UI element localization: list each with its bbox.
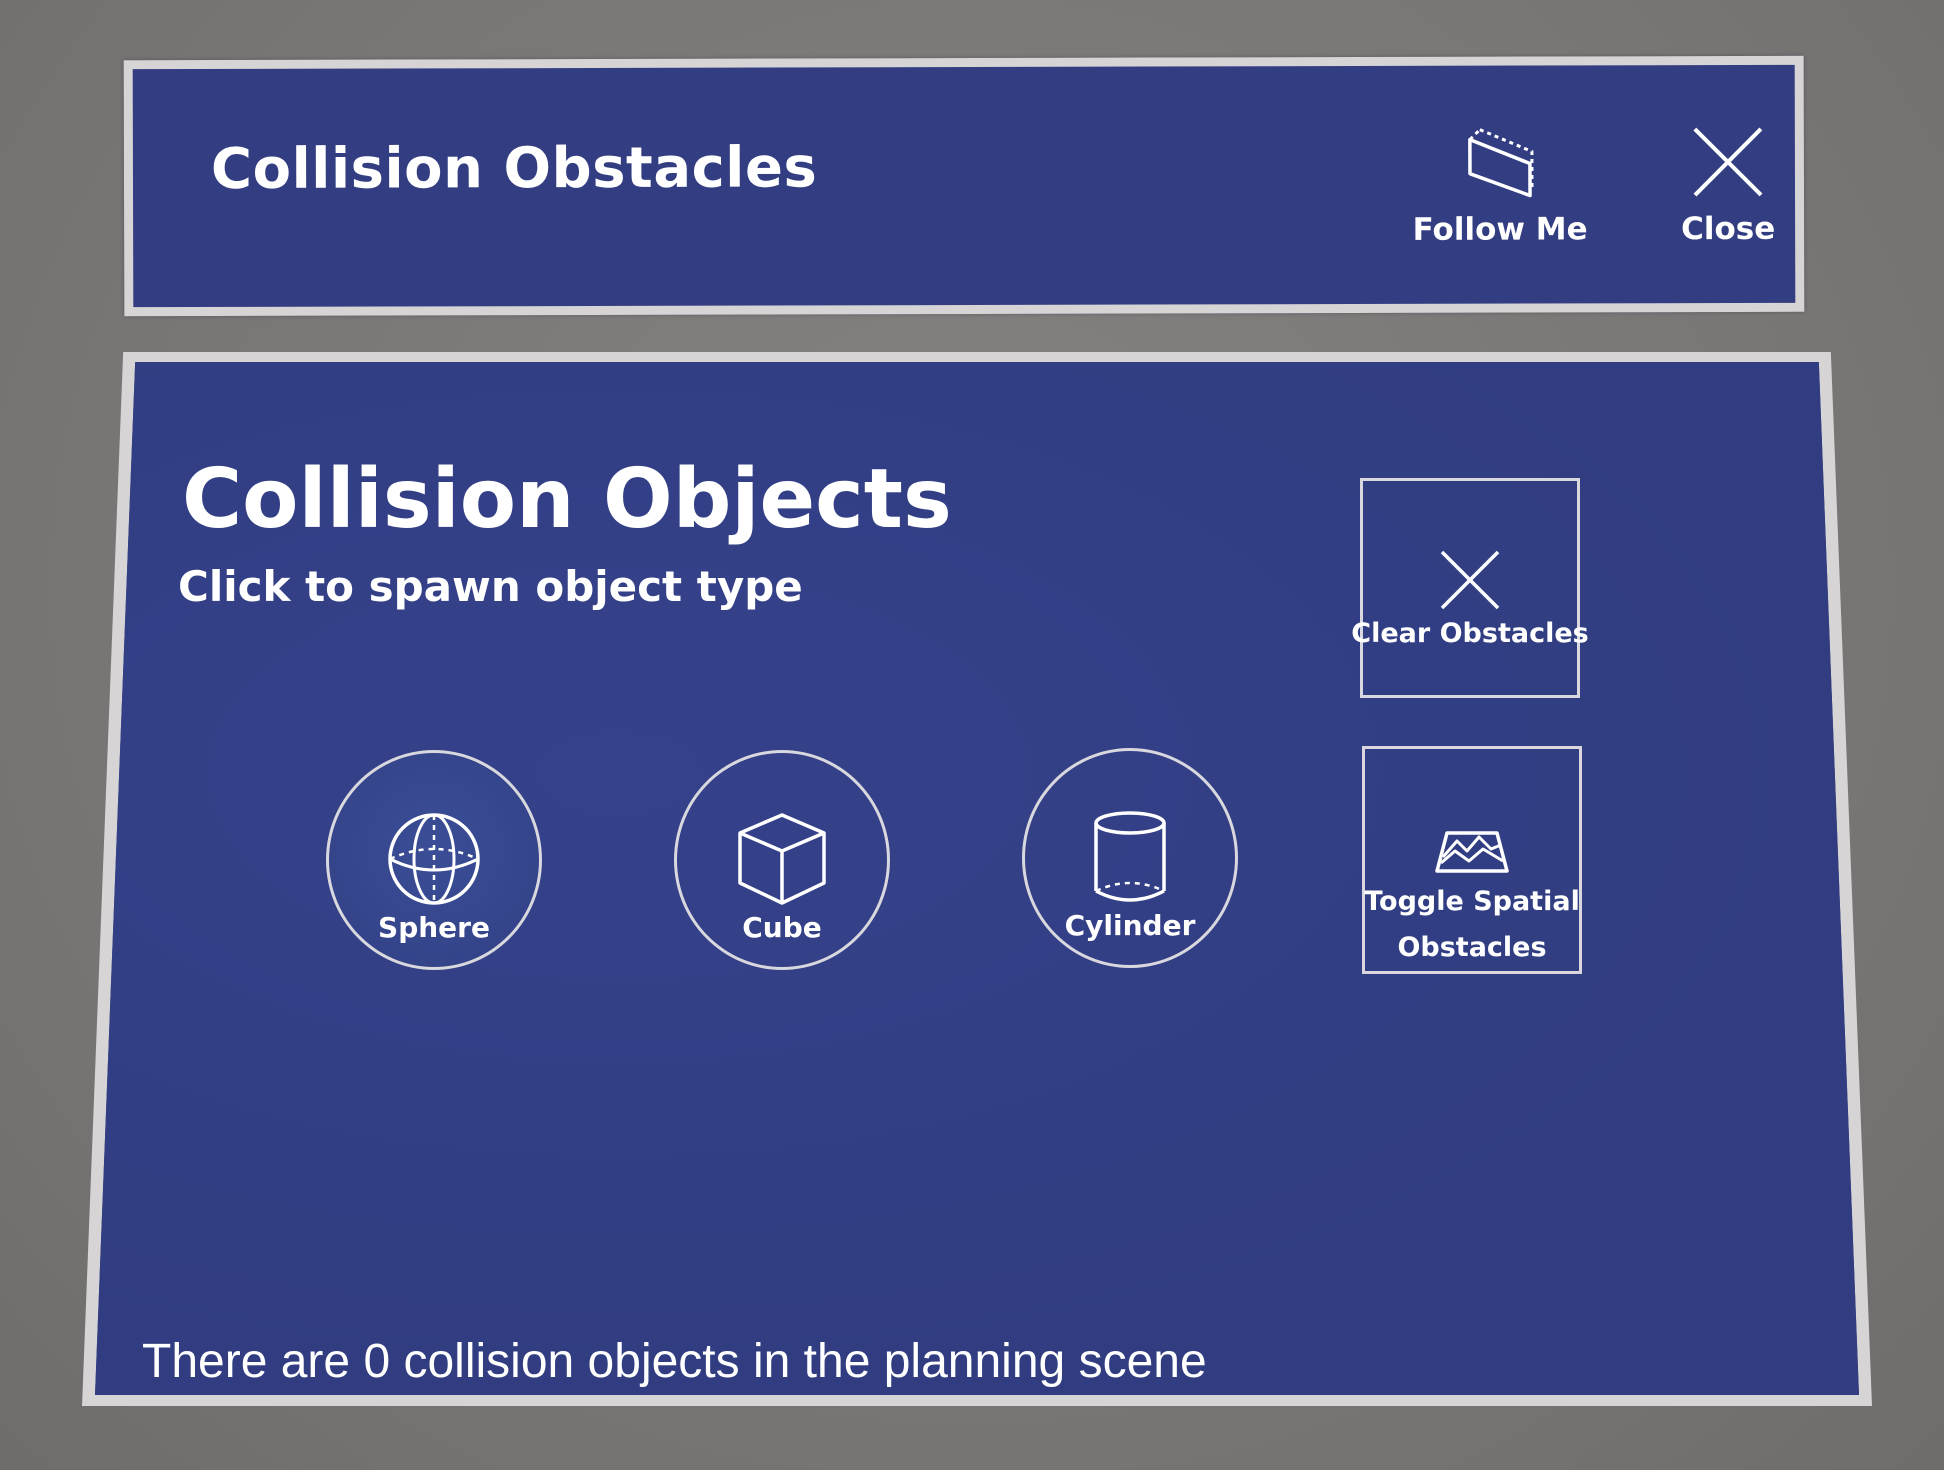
close-icon [1690, 125, 1766, 199]
toggle-spatial-label-line2: Obstacles [1397, 932, 1547, 963]
terrain-icon [1433, 829, 1511, 875]
follow-me-button[interactable]: Follow Me [1405, 125, 1595, 265]
follow-me-label: Follow Me [1412, 211, 1588, 248]
sphere-icon [386, 811, 482, 907]
cylinder-label: Cylinder [1064, 909, 1196, 942]
header-title: Collision Obstacles [210, 135, 818, 202]
close-label: Close [1680, 210, 1776, 248]
spawn-cylinder-button[interactable]: Cylinder [1022, 748, 1238, 968]
clear-obstacles-button[interactable]: Clear Obstacles [1351, 478, 1589, 698]
cube-icon [734, 811, 830, 907]
toggle-spatial-obstacles-button[interactable]: Toggle Spatial Obstacles [1362, 746, 1582, 974]
close-button[interactable]: Close [1633, 125, 1823, 265]
clear-icon [1438, 549, 1502, 611]
sphere-label: Sphere [378, 911, 490, 944]
status-text: There are 0 collision objects in the pla… [142, 1335, 1207, 1388]
clear-obstacles-label: Clear Obstacles [1351, 618, 1589, 649]
toggle-spatial-label-line1: Toggle Spatial [1364, 886, 1580, 917]
cylinder-icon [1090, 809, 1170, 905]
main-title: Collision Objects [182, 452, 952, 547]
main-subtitle: Click to spawn object type [178, 562, 803, 611]
header-panel: Collision Obstacles Follow Me Close [123, 55, 1805, 317]
spawn-sphere-button[interactable]: Sphere [326, 750, 542, 970]
main-panel-content: Collision Objects Click to spawn object … [82, 352, 1872, 1406]
spawn-cube-button[interactable]: Cube [674, 750, 890, 970]
cube-label: Cube [742, 911, 822, 944]
follow-me-icon [1460, 125, 1540, 199]
